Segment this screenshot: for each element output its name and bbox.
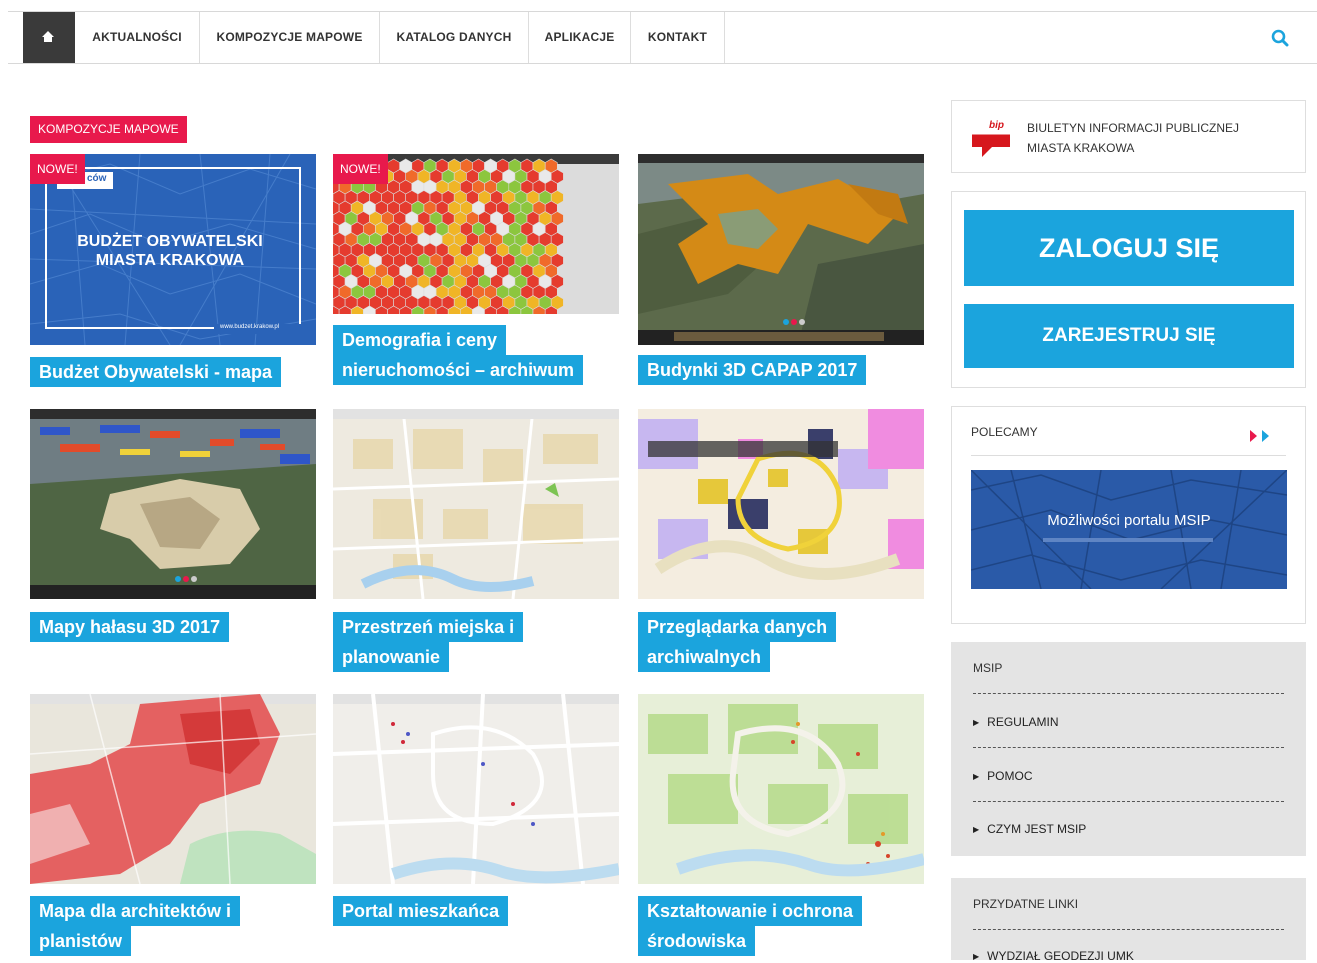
card-title[interactable]: Przeglądarka danych archiwalnych <box>638 612 837 672</box>
recommended-next-button[interactable] <box>1248 428 1276 444</box>
recommended-label: POLECAMY <box>971 425 1038 439</box>
card-title[interactable]: Budynki 3D CAPAP 2017 <box>638 355 867 385</box>
main-navigation: AKTUALNOŚCI KOMPOZYCJE MAPOWE KATALOG DA… <box>8 12 1317 64</box>
link-regulations[interactable]: REGULAMIN <box>973 715 1058 729</box>
nav-item-news[interactable]: AKTUALNOŚCI <box>75 12 200 63</box>
recommended-box: POLECAMY Możliwości portalu MSIP <box>951 406 1306 624</box>
msip-banner-text: Możliwości portalu MSIP <box>1047 512 1211 529</box>
section-label: KOMPOZYCJE MAPOWE <box>30 116 187 143</box>
bip-label: BIULETYN INFORMACJI PUBLICZNEJ MIASTA KR… <box>1027 121 1240 155</box>
useful-links-box: PRZYDATNE LINKI WYDZIAŁ GEODEZJI UMK <box>951 878 1306 963</box>
thumbnail-buildings-3d[interactable] <box>638 154 924 345</box>
bip-logo-text: bip <box>989 120 1004 131</box>
new-badge: NOWE! <box>333 154 388 184</box>
thumbnail-urban-space[interactable] <box>333 409 619 599</box>
auth-box: ZALOGUJ SIĘ ZAREJESTRUJ SIĘ <box>951 191 1306 388</box>
link-about-msip[interactable]: CZYM JEST MSIP <box>973 822 1086 836</box>
thumbnail-noise-3d[interactable] <box>30 409 316 599</box>
msip-banner[interactable]: Możliwości portalu MSIP <box>971 470 1287 589</box>
nav-item-applications[interactable]: APLIKACJE <box>529 12 631 63</box>
thumbnail-budget-logo: ców <box>87 173 107 184</box>
search-icon <box>1271 29 1289 47</box>
bip-link[interactable]: bip BIULETYN INFORMACJI PUBLICZNEJ MIAST… <box>951 100 1306 173</box>
nav-item-data-catalog[interactable]: KATALOG DANYCH <box>380 12 529 63</box>
card-title[interactable]: Mapy hałasu 3D 2017 <box>30 612 230 642</box>
msip-box-title: MSIP <box>973 661 1003 675</box>
double-arrow-icon <box>1250 430 1269 442</box>
thumbnail-environment[interactable] <box>638 694 924 884</box>
card-title[interactable]: Przestrzeń miejska i planowanie <box>333 612 524 672</box>
card-title[interactable]: Budżet Obywatelski - mapa <box>30 357 282 387</box>
card-title[interactable]: Kształtowanie i ochrona środowiska <box>638 896 863 956</box>
thumbnail-architects[interactable] <box>30 694 316 884</box>
new-badge: NOWE! <box>30 154 85 184</box>
link-geodesy-department[interactable]: WYDZIAŁ GEODEZJI UMK <box>973 949 1134 963</box>
useful-links-title: PRZYDATNE LINKI <box>973 897 1079 911</box>
login-button[interactable]: ZALOGUJ SIĘ <box>964 210 1294 286</box>
home-button[interactable] <box>23 12 75 63</box>
search-button[interactable] <box>1271 29 1289 52</box>
link-help[interactable]: POMOC <box>973 769 1032 783</box>
thumbnail-budget-url: www.budzet.krakow.pl <box>220 324 280 330</box>
home-icon <box>42 31 54 42</box>
card-title[interactable]: Demografia i ceny nieruchomości – archiwu… <box>333 325 584 385</box>
nav-item-contact[interactable]: KONTAKT <box>631 12 725 63</box>
card-title[interactable]: Mapa dla architektów i planistów <box>30 896 241 956</box>
card-title[interactable]: Portal mieszkańca <box>333 896 509 926</box>
thumbnail-archive-viewer[interactable] <box>638 409 924 599</box>
nav-item-map-compositions[interactable]: KOMPOZYCJE MAPOWE <box>200 12 380 63</box>
register-button[interactable]: ZAREJESTRUJ SIĘ <box>964 304 1294 368</box>
msip-links-box: MSIP REGULAMIN POMOC CZYM JEST MSIP <box>951 642 1306 856</box>
thumbnail-budget-title: BUDŻET OBYWATELSKI MIASTA KRAKOWA <box>77 233 263 269</box>
thumbnail-resident-portal[interactable] <box>333 694 619 884</box>
